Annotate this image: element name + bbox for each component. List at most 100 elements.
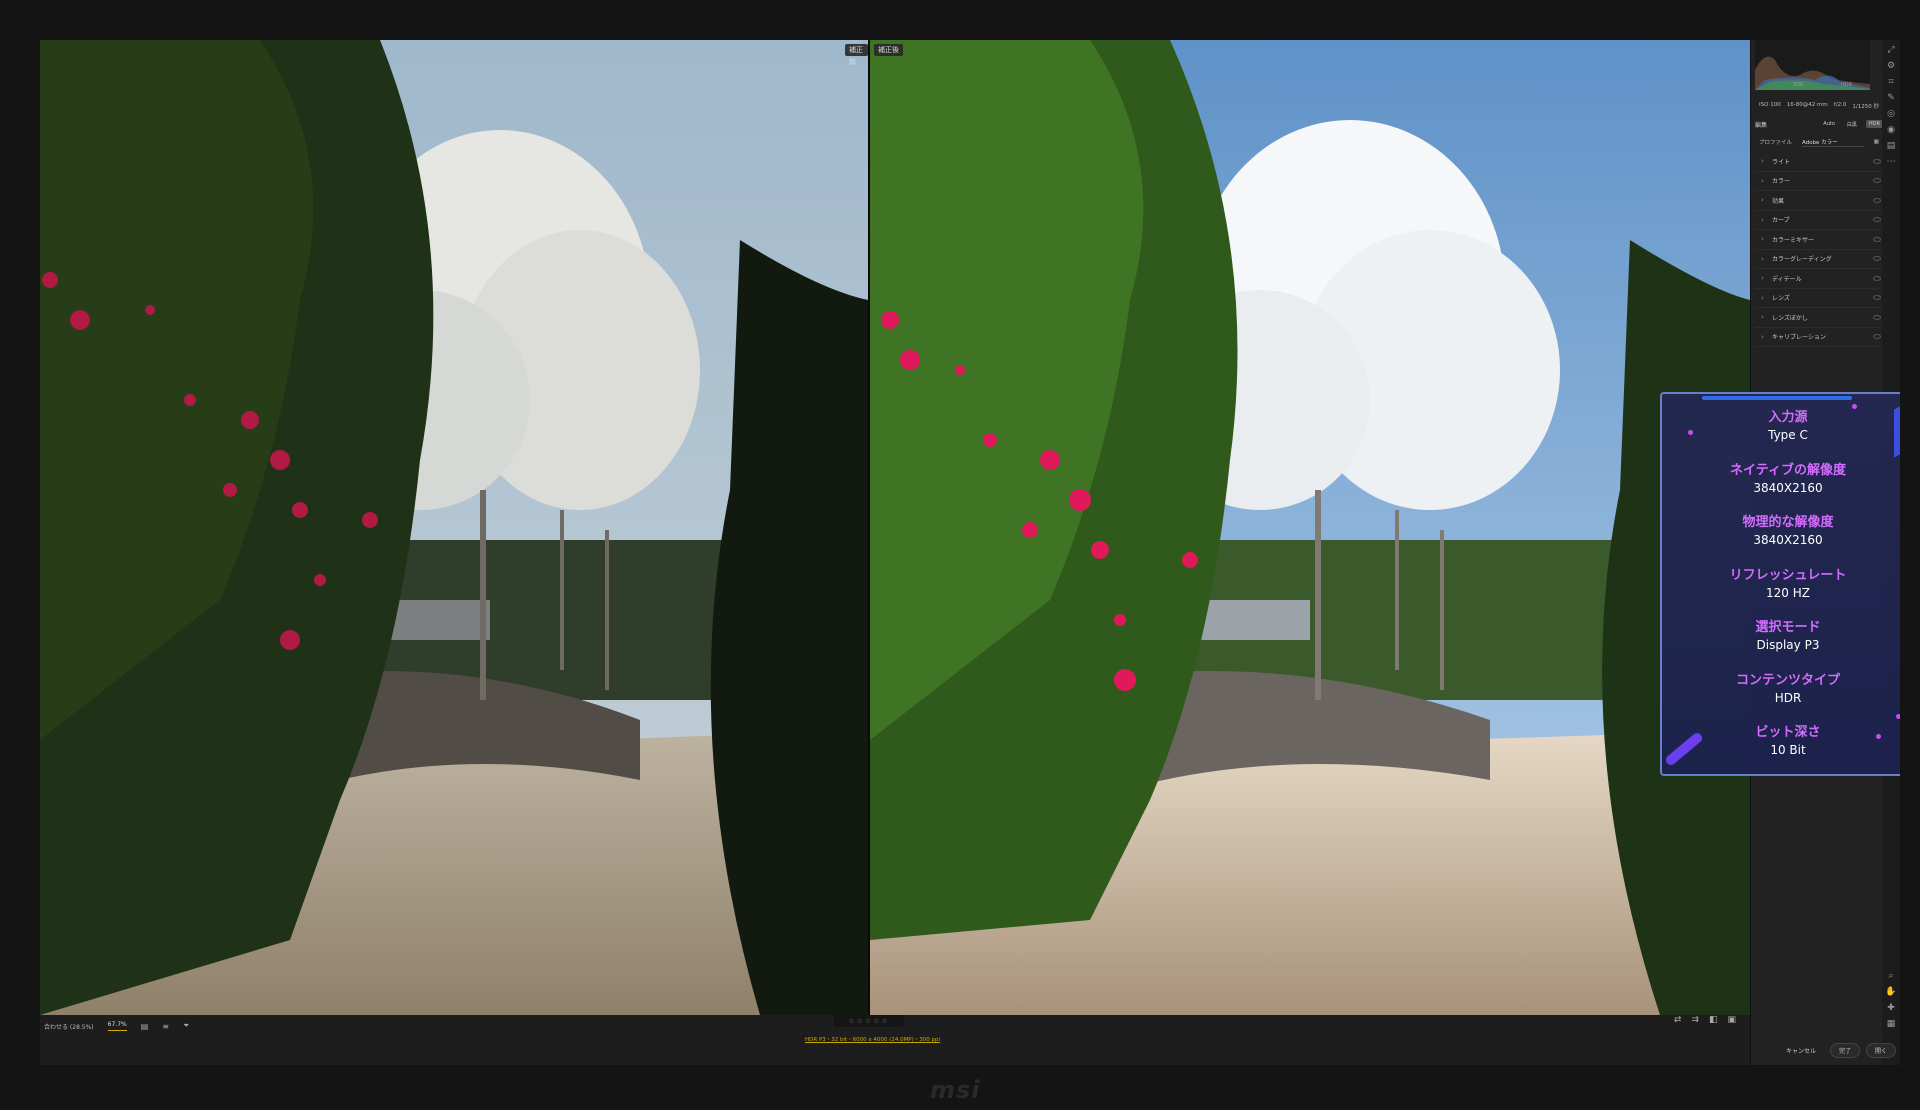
histogram-graph — [1755, 56, 1870, 90]
view-mode-controls: ⇄ ⇉ ◧ ▣ — [1674, 1015, 1736, 1025]
osd-value: Type C — [1768, 428, 1808, 442]
histogram-hdr-label: HDR — [1841, 82, 1853, 88]
eye-icon[interactable] — [1873, 217, 1881, 223]
before-photo — [40, 40, 868, 1015]
zoom-icon[interactable]: ⌕ — [1885, 970, 1897, 982]
section-light[interactable]: › ライト — [1755, 152, 1885, 172]
section-detail[interactable]: › ディテール — [1755, 269, 1885, 289]
hdr-button[interactable]: HDR — [1865, 120, 1883, 128]
osd-item: リフレッシュレート 120 HZ — [1662, 568, 1900, 621]
osd-item: ネイティブの解像度 3840X2160 — [1662, 463, 1900, 516]
redeye-icon[interactable]: ◉ — [1885, 124, 1897, 136]
osd-label: コンテンツタイプ — [1735, 672, 1840, 688]
chevron-right-icon: › — [1761, 293, 1764, 302]
sort-icon[interactable]: ≡ — [162, 1022, 169, 1031]
rating-stars[interactable]: ☆☆☆☆☆ — [834, 1015, 904, 1027]
open-button[interactable]: 開く — [1865, 1042, 1896, 1058]
zoom-controls: 合わせる (28.5%) 67.7% ▤ ≡ ⏷ — [44, 1021, 189, 1031]
chevron-right-icon: › — [1761, 274, 1764, 283]
edit-label: 編集 — [1755, 121, 1768, 129]
crop-icon[interactable]: ⌗ — [1885, 76, 1897, 88]
heal-icon[interactable]: ✎ — [1885, 92, 1897, 104]
profile-browser-icon[interactable]: ▦ — [1874, 139, 1879, 145]
osd-deco-dot — [1852, 404, 1857, 409]
chevron-right-icon: › — [1761, 313, 1764, 322]
profile-select[interactable]: Adobe カラー — [1802, 138, 1864, 147]
osd-value: 120 HZ — [1766, 585, 1810, 600]
eye-icon[interactable] — [1873, 236, 1881, 242]
eye-icon[interactable] — [1873, 334, 1881, 340]
after-photo-pane[interactable]: 補正後 — [870, 40, 1750, 1015]
osd-value: 3840X2160 — [1753, 480, 1823, 495]
filter-icon[interactable]: ⏷ — [183, 1021, 189, 1031]
section-color[interactable]: › カラー — [1755, 172, 1885, 191]
section-lens-blur[interactable]: › レンズぼかし — [1755, 308, 1885, 328]
osd-info-list: 入力源 Type C ネイティブの解像度 3840X2160 物理的な解像度 3840… — [1662, 410, 1900, 774]
after-tag: 補正後 — [874, 44, 903, 56]
profile-row: プロファイル Adobe カラー ▦ — [1759, 137, 1879, 147]
more-icon[interactable]: ⋯ — [1885, 156, 1897, 168]
camera-info: ISO 100 16-80@42 mm f/2.0 1/1250 秒 — [1759, 102, 1879, 110]
monitor-brand-logo: msi — [930, 1076, 981, 1104]
section-lens[interactable]: › レンズ — [1755, 289, 1885, 308]
section-calibration[interactable]: › キャリブレーション — [1755, 328, 1885, 347]
eye-icon[interactable] — [1873, 197, 1881, 203]
section-color-mixer[interactable]: › カラーミキサー — [1755, 230, 1885, 250]
osd-value: 10 Bit — [1770, 743, 1806, 757]
osd-value: 3840X2160 — [1753, 533, 1823, 547]
presets-icon[interactable]: ▤ — [1885, 140, 1897, 152]
cancel-button[interactable]: キャンセル — [1778, 1044, 1824, 1057]
chevron-right-icon: › — [1761, 215, 1764, 224]
section-curve[interactable]: › カーブ — [1755, 211, 1885, 230]
done-button[interactable]: 完了 — [1829, 1042, 1860, 1058]
edit-tool-icon[interactable]: ⚙ — [1885, 60, 1897, 72]
sampler-icon[interactable]: ✚ — [1885, 1002, 1897, 1014]
editor-screen: 補正前 補正後 SDR HDR ISO 100 16-80@42 mm f/2.… — [40, 40, 1900, 1065]
section-effects[interactable]: › 効果 — [1755, 191, 1885, 211]
chevron-right-icon: › — [1761, 332, 1764, 341]
section-color-grading[interactable]: › カラーグレーディング — [1755, 250, 1885, 269]
eye-icon[interactable] — [1873, 314, 1881, 320]
eye-icon[interactable] — [1873, 256, 1881, 262]
eye-icon[interactable] — [1873, 275, 1881, 281]
bottom-toolbar: 合わせる (28.5%) 67.7% ▤ ≡ ⏷ ☆☆☆☆☆ HDR P3・32… — [40, 1015, 1750, 1065]
osd-label: 選択モード — [1755, 620, 1821, 635]
before-after-icon[interactable]: ◧ — [1709, 1015, 1718, 1025]
edit-sections: › ライト › カラー › 効果 › カーブ › カラーミキサー › カラーグレーディング … — [1755, 152, 1885, 347]
bw-button[interactable]: 白黒 — [1844, 120, 1860, 129]
osd-item: 入力源 Type C — [1662, 410, 1900, 463]
eye-icon[interactable] — [1873, 295, 1881, 301]
before-tag: 補正前 — [845, 44, 868, 66]
osd-topbar — [1702, 396, 1852, 400]
chevron-right-icon: › — [1761, 235, 1764, 244]
file-info-link[interactable]: HDR P3・32 bit・6000 x 4000 (24.0MP)・300 p… — [805, 1035, 940, 1043]
histogram: SDR HDR — [1755, 40, 1870, 90]
eye-icon[interactable] — [1873, 178, 1881, 184]
fit-zoom-button[interactable]: 合わせる (28.5%) — [44, 1022, 94, 1031]
zoom-value-select[interactable]: 67.7% — [107, 1021, 127, 1031]
osd-item: コンテンツタイプ HDR — [1662, 673, 1900, 726]
filmstrip-icon[interactable]: ▤ — [141, 1022, 149, 1031]
mask-icon[interactable]: ◎ — [1885, 108, 1897, 120]
copy-settings-icon[interactable]: ⇉ — [1691, 1015, 1699, 1025]
osd-value: HDR — [1774, 690, 1802, 705]
osd-label: リフレッシュレート — [1729, 567, 1847, 583]
osd-label: ネイティブの解像度 — [1730, 462, 1846, 478]
osd-label: 入力源 — [1768, 410, 1808, 425]
swap-icon[interactable]: ⇄ — [1674, 1015, 1682, 1025]
osd-label: 物理的な解像度 — [1742, 515, 1834, 530]
compare-icon[interactable]: ▣ — [1727, 1015, 1736, 1025]
grid-icon[interactable]: ▦ — [1885, 1018, 1897, 1030]
aperture-value: f/2.0 — [1833, 102, 1847, 108]
osd-item: 物理的な解像度 3840X2160 — [1662, 515, 1900, 568]
iso-value: ISO 100 — [1759, 102, 1781, 108]
chevron-right-icon: › — [1761, 157, 1764, 166]
chevron-right-icon: › — [1761, 176, 1764, 185]
auto-button[interactable]: Auto — [1820, 120, 1838, 128]
osd-item: 選択モード Display P3 — [1662, 620, 1900, 673]
expand-icon[interactable]: ⤢ — [1885, 44, 1897, 56]
hand-icon[interactable]: ✋ — [1885, 986, 1897, 998]
dialog-actions: キャンセル 完了 開く — [1750, 1040, 1900, 1060]
before-photo-pane[interactable]: 補正前 — [40, 40, 868, 1015]
eye-icon[interactable] — [1873, 158, 1881, 164]
